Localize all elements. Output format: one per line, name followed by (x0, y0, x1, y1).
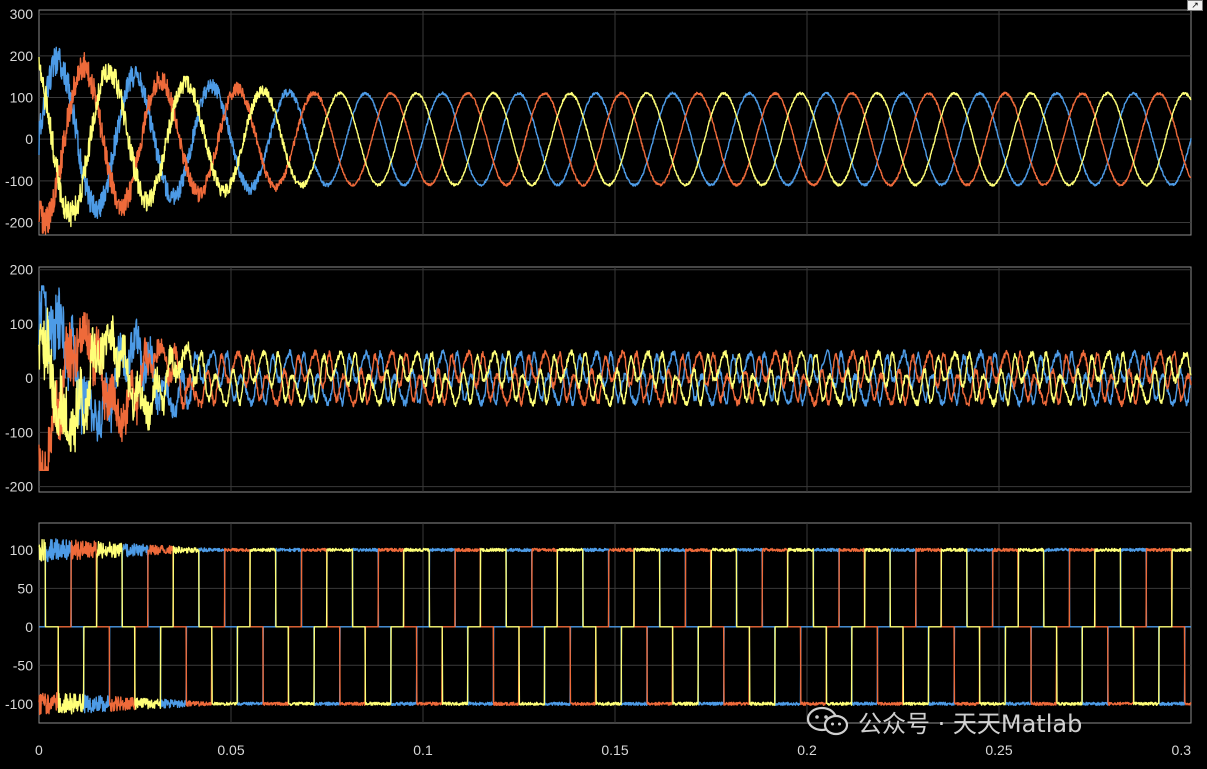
x-tick-label: 0.1 (413, 742, 433, 758)
watermark-text: 公众号 · 天天Matlab (858, 709, 1083, 738)
y-tick-label: 100 (10, 316, 34, 332)
y-tick-label: 100 (10, 542, 34, 558)
y-tick-label: 50 (17, 580, 33, 596)
x-tick-label: 0.15 (601, 742, 628, 758)
y-tick-label: 200 (10, 262, 34, 278)
x-tick-label: 0.2 (797, 742, 817, 758)
axes-panel-voltage: -200 -100 0 100 200 300 (5, 6, 1192, 236)
y-tick-label: -100 (5, 173, 33, 189)
y-tick-label: 0 (25, 370, 33, 386)
y-tick-label: -200 (5, 215, 33, 231)
y-tick-label: 100 (10, 90, 34, 106)
undock-arrow-icon[interactable]: ↗ (1187, 0, 1203, 11)
x-tick-label: 0.3 (1172, 742, 1192, 758)
wechat-logo-icon (806, 706, 849, 736)
y-tick-label: 0 (25, 619, 33, 635)
scope-display: -200-1000100200300 -200-1000100200 -100-… (5, 6, 1192, 758)
y-tick-label: -50 (13, 657, 33, 673)
watermark: 公众号 · 天天Matlab (806, 703, 1082, 739)
y-tick-label: -100 (5, 424, 33, 440)
x-tick-label: 0.25 (985, 742, 1012, 758)
axes-panel-current: -200 -100 0 100 200 (5, 262, 1192, 495)
y-tick-label: 300 (10, 6, 34, 22)
x-tick-label: 0 (35, 742, 43, 758)
y-tick-label: 200 (10, 48, 34, 64)
y-tick-label: -200 (5, 479, 33, 495)
y-tick-label: 0 (25, 131, 33, 147)
y-tick-label: -100 (5, 696, 33, 712)
x-tick-label: 0.05 (217, 742, 244, 758)
